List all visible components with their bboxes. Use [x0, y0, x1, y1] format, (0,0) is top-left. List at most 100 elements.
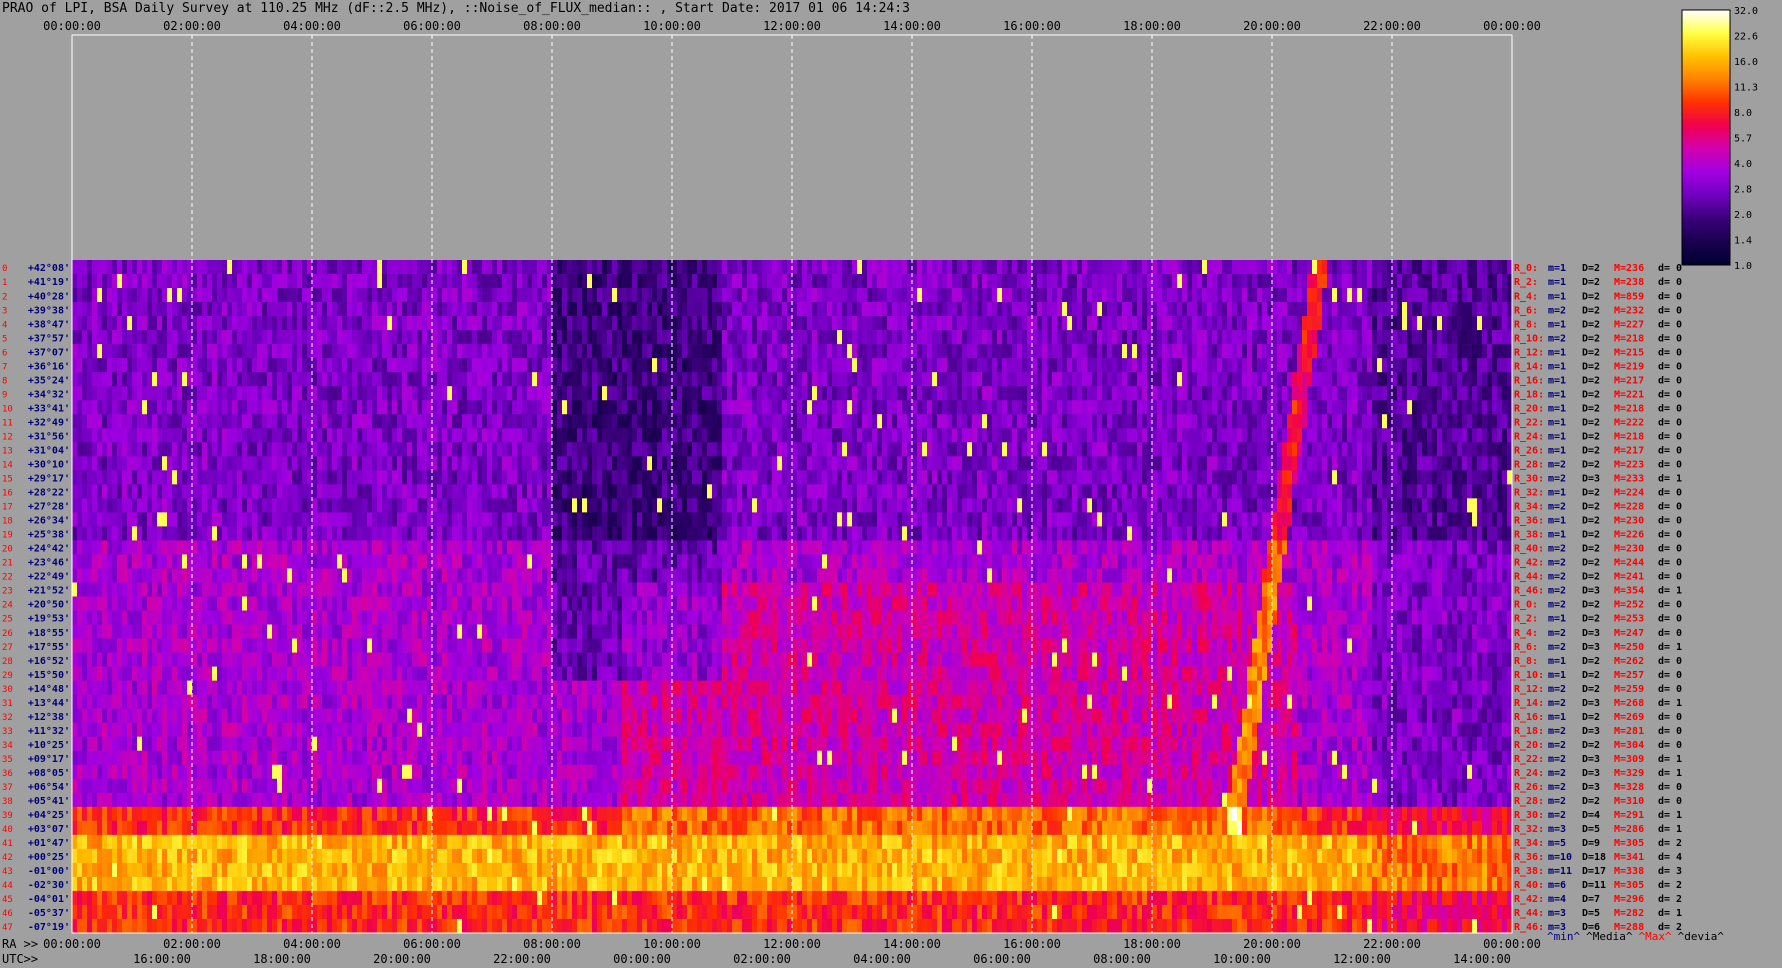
- heatmap-cell: [112, 288, 118, 303]
- heatmap-cell: [167, 344, 173, 359]
- heatmap-cell: [382, 344, 388, 359]
- heatmap-cell: [1362, 414, 1368, 429]
- heatmap-cell: [137, 372, 143, 387]
- heatmap-cell: [897, 414, 903, 429]
- heatmap-cell: [442, 358, 448, 373]
- heatmap-cell: [1282, 316, 1288, 331]
- heatmap-cell: [857, 414, 863, 429]
- heatmap-cell: [637, 358, 643, 373]
- heatmap-cell: [142, 344, 148, 359]
- heatmap-cell: [97, 400, 103, 415]
- heatmap-cell: [1392, 274, 1398, 289]
- heatmap-cell: [532, 372, 538, 387]
- heatmap-cell: [237, 456, 243, 471]
- heatmap-cell: [527, 274, 533, 289]
- heatmap-cell: [1237, 260, 1243, 275]
- heatmap-cell: [617, 484, 623, 499]
- heatmap-cell: [1487, 260, 1493, 275]
- heatmap-cell: [992, 260, 998, 275]
- heatmap-cell: [562, 330, 568, 345]
- heatmap-cell: [797, 274, 803, 289]
- heatmap-cell: [802, 442, 808, 457]
- heatmap-cell: [532, 344, 538, 359]
- heatmap-cell: [312, 498, 318, 513]
- heatmap-cell: [1017, 372, 1023, 387]
- heatmap-cell: [217, 330, 223, 345]
- heatmap-cell: [1437, 372, 1443, 387]
- heatmap-cell: [1502, 344, 1508, 359]
- heatmap-cell: [592, 316, 598, 331]
- heatmap-cell: [387, 330, 393, 345]
- heatmap-cell: [697, 414, 703, 429]
- heatmap-cell: [887, 358, 893, 373]
- heatmap-cell: [1437, 428, 1443, 443]
- heatmap-cell: [942, 302, 948, 317]
- heatmap-cell: [1422, 330, 1428, 345]
- heatmap-cell: [1377, 372, 1383, 387]
- heatmap-cell: [1252, 484, 1258, 499]
- heatmap-cell: [752, 316, 758, 331]
- heatmap-cell: [1117, 288, 1123, 303]
- heatmap-cell: [1397, 288, 1403, 303]
- heatmap-cell: [612, 470, 618, 485]
- heatmap-cell: [1062, 386, 1068, 401]
- heatmap-cell: [1287, 302, 1293, 317]
- heatmap-cell: [117, 470, 123, 485]
- heatmap-cell: [902, 456, 908, 471]
- heatmap-cell: [802, 400, 808, 415]
- heatmap-cell: [707, 274, 713, 289]
- heatmap-cell: [212, 498, 218, 513]
- heatmap-cell: [817, 358, 823, 373]
- heatmap-cell: [1172, 260, 1178, 275]
- heatmap-cell: [417, 470, 423, 485]
- heatmap-cell: [222, 274, 228, 289]
- heatmap-cell: [332, 316, 338, 331]
- heatmap-cell: [1117, 442, 1123, 457]
- heatmap-cell: [272, 456, 278, 471]
- heatmap-cell: [1482, 274, 1488, 289]
- heatmap-cell: [1077, 428, 1083, 443]
- heatmap-cell: [1362, 470, 1368, 485]
- heatmap-cell: [557, 330, 563, 345]
- heatmap-cell: [1137, 456, 1143, 471]
- heatmap-cell: [327, 316, 333, 331]
- heatmap-cell: [277, 330, 283, 345]
- heatmap-cell: [337, 330, 343, 345]
- heatmap-cell: [752, 358, 758, 373]
- heatmap-cell: [462, 372, 468, 387]
- heatmap-cell: [652, 274, 658, 289]
- heatmap-cell: [1102, 414, 1108, 429]
- heatmap-cell: [127, 344, 133, 359]
- heatmap-cell: [452, 498, 458, 513]
- heatmap-cell: [512, 470, 518, 485]
- heatmap-cell: [937, 386, 943, 401]
- heatmap-cell: [867, 470, 873, 485]
- heatmap-cell: [387, 442, 393, 457]
- heatmap-cell: [1497, 330, 1503, 345]
- heatmap-cell: [737, 386, 743, 401]
- heatmap-cell: [677, 386, 683, 401]
- heatmap-cell: [1157, 414, 1163, 429]
- heatmap-cell: [357, 372, 363, 387]
- heatmap-cell: [357, 386, 363, 401]
- heatmap-cell: [887, 274, 893, 289]
- heatmap-cell: [102, 358, 108, 373]
- heatmap-cell: [1177, 442, 1183, 457]
- heatmap-cell: [1317, 344, 1323, 359]
- heatmap-cell: [172, 428, 178, 443]
- heatmap-cell: [122, 498, 128, 513]
- heatmap-cell: [837, 372, 843, 387]
- heatmap-cell: [552, 316, 558, 331]
- heatmap-cell: [217, 302, 223, 317]
- heatmap-cell: [192, 330, 198, 345]
- heatmap-cell: [1177, 456, 1183, 471]
- heatmap-cell: [537, 400, 543, 415]
- heatmap-cell: [942, 274, 948, 289]
- heatmap-cell: [92, 344, 98, 359]
- heatmap-cell: [1117, 274, 1123, 289]
- heatmap-cell: [377, 400, 383, 415]
- heatmap-cell: [1467, 484, 1473, 499]
- heatmap-cell: [507, 484, 513, 499]
- heatmap-cell: [327, 386, 333, 401]
- heatmap-cell: [447, 428, 453, 443]
